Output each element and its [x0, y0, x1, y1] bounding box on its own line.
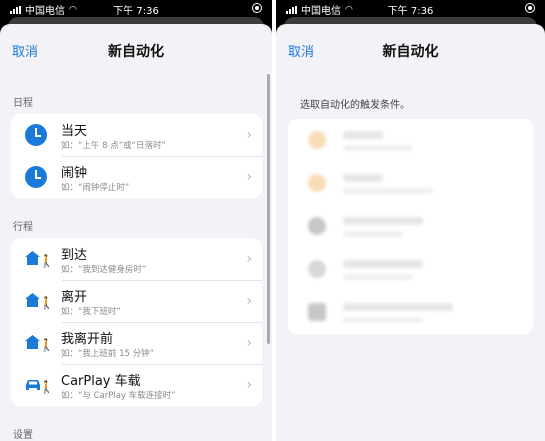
section-header-settings: 设置 [13, 430, 33, 441]
travel-group: 🚶 到达 如：“我到达健身房时” › 🚶 离开 如：“我下班时” › 🚶 我离开… [11, 238, 262, 406]
trigger-row-carplay[interactable]: 🚶 CarPlay 车载 如：“与 CarPlay 车载连接时” › [11, 364, 262, 406]
navigation-bar: 取消 新自动化 [276, 24, 545, 74]
placeholder-row [288, 119, 533, 162]
row-subtitle: 如：“上午 8 点”或“日落时” [61, 141, 166, 151]
share-icon [308, 260, 326, 278]
row-title: 离开 [61, 290, 88, 305]
sun-icon [308, 131, 326, 149]
placeholder-row [288, 248, 533, 291]
right-screenshot: 中国电信 ◠ 下午 7:36 取消 新自动化 选取自动化的触发条件。 [276, 0, 545, 441]
loading-trigger-list [288, 119, 533, 334]
scrollbar[interactable] [267, 74, 270, 344]
row-subtitle: 如：“我下班时” [61, 307, 121, 317]
trigger-row-leave[interactable]: 🚶 离开 如：“我下班时” › [11, 280, 262, 322]
section-header-travel: 行程 [13, 222, 33, 233]
trigger-row-alarm[interactable]: 闹钟 如：“闹钟停止时” › [11, 156, 262, 198]
trigger-row-before-leave[interactable]: 🚶 我离开前 如：“我上班前 15 分钟” › [11, 322, 262, 364]
clock-icon [308, 217, 326, 235]
page-title: 新自动化 [108, 44, 164, 60]
clock-icon [25, 124, 47, 146]
row-title: 闹钟 [61, 166, 88, 181]
device-icon [308, 303, 326, 321]
trigger-row-arrive[interactable]: 🚶 到达 如：“我到达健身房时” › [11, 238, 262, 280]
chevron-right-icon: › [246, 169, 252, 185]
row-subtitle: 如：“闹钟停止时” [61, 183, 130, 193]
placeholder-row [288, 291, 533, 334]
clock-icon [25, 166, 47, 188]
house-walker-icon: 🚶 [25, 248, 54, 270]
row-title: CarPlay 车载 [61, 374, 141, 389]
house-walker-icon: 🚶 [25, 332, 54, 354]
row-subtitle: 如：“与 CarPlay 车载连接时” [61, 391, 176, 401]
chevron-right-icon: › [246, 251, 252, 267]
chevron-right-icon: › [246, 293, 252, 309]
chevron-right-icon: › [246, 335, 252, 351]
status-bar: 中国电信 ◠ 下午 7:36 [0, 0, 272, 17]
section-header-schedule: 日程 [13, 98, 33, 109]
row-title: 当天 [61, 124, 88, 139]
navigation-bar: 取消 新自动化 [0, 24, 272, 74]
placeholder-row [288, 205, 533, 248]
left-screenshot: 中国电信 ◠ 下午 7:36 取消 新自动化 日程 当天 如：“上午 8 点”或… [0, 0, 272, 441]
status-time: 下午 7:36 [387, 6, 434, 17]
status-bar: 中国电信 ◠ 下午 7:36 [276, 0, 545, 17]
row-title: 我离开前 [61, 332, 114, 347]
row-subtitle: 如：“我上班前 15 分钟” [61, 349, 155, 359]
status-time: 下午 7:36 [113, 6, 159, 17]
row-title: 到达 [61, 248, 88, 263]
automation-sheet: 取消 新自动化 日程 当天 如：“上午 8 点”或“日落时” › 闹钟 如：“闹… [0, 24, 272, 441]
orientation-lock-icon [525, 3, 535, 13]
chevron-right-icon: › [246, 377, 252, 393]
trigger-row-time-of-day[interactable]: 当天 如：“上午 8 点”或“日落时” › [11, 114, 262, 156]
row-subtitle: 如：“我到达健身房时” [61, 265, 147, 275]
page-title: 新自动化 [382, 44, 439, 60]
orientation-lock-icon [252, 3, 262, 13]
sun-icon [308, 174, 326, 192]
house-walker-icon: 🚶 [25, 290, 54, 312]
car-walker-icon: 🚶 [25, 374, 54, 396]
schedule-group: 当天 如：“上午 8 点”或“日落时” › 闹钟 如：“闹钟停止时” › [11, 114, 262, 198]
trigger-hint: 选取自动化的触发条件。 [300, 100, 410, 111]
automation-sheet: 取消 新自动化 选取自动化的触发条件。 [276, 24, 545, 441]
chevron-right-icon: › [246, 127, 252, 143]
placeholder-row [288, 162, 533, 205]
